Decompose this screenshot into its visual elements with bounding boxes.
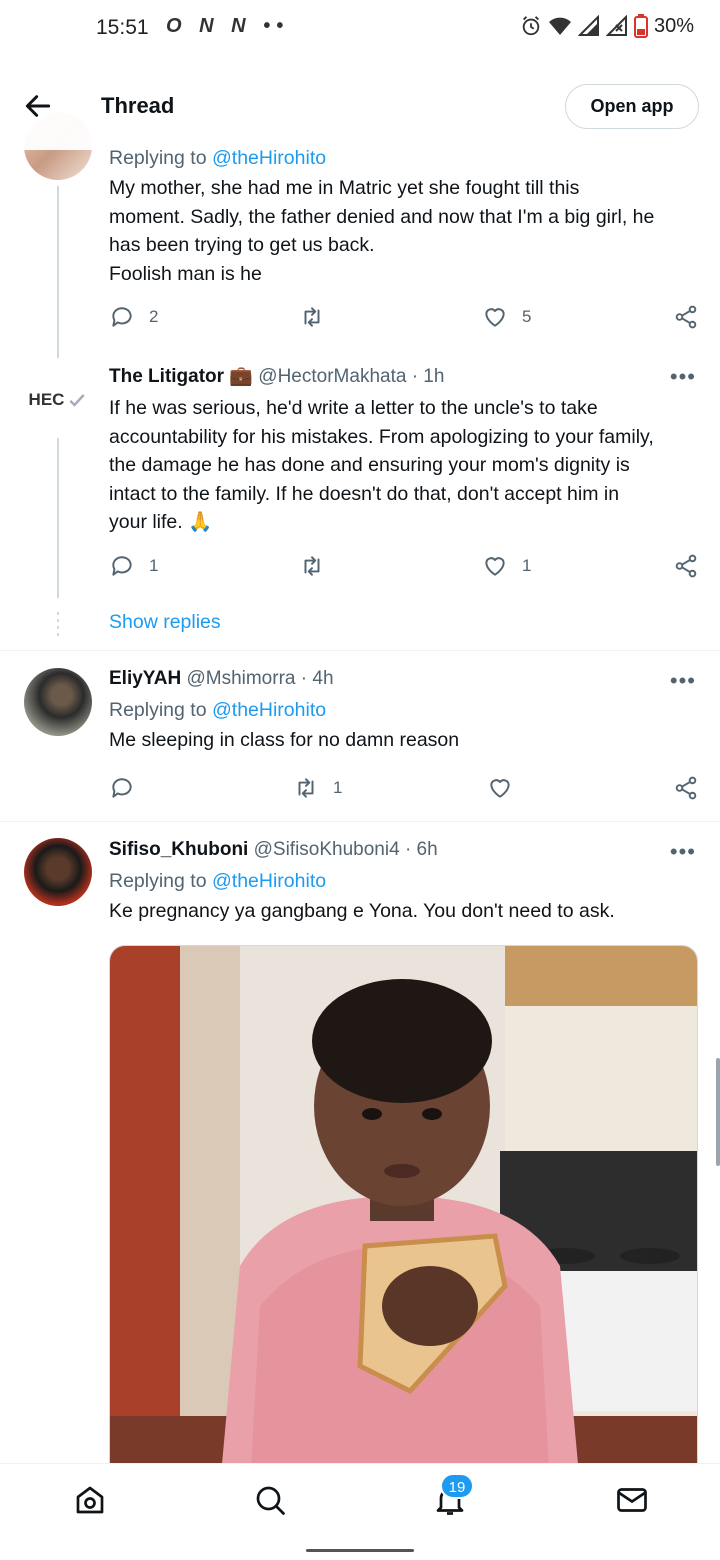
tweet-text: If he was serious, he'd write a letter t… (109, 397, 654, 533)
gesture-pill[interactable] (306, 1549, 414, 1552)
mention-link[interactable]: @theHirohito (212, 870, 326, 892)
status-bar: 15:51 O N N •• 30% (0, 0, 720, 62)
status-time: 15:51 (96, 16, 149, 39)
signal-icon-2 (605, 15, 627, 36)
tweet-actions: 2 5 (109, 304, 701, 334)
avatar[interactable] (24, 668, 92, 736)
tweet-actions: 1 1 (109, 553, 701, 583)
search-icon[interactable] (252, 1482, 288, 1518)
like-icon (485, 557, 505, 576)
avatar[interactable] (24, 838, 92, 906)
reply-button[interactable]: 1 (109, 553, 158, 579)
like-icon (485, 308, 505, 327)
tweet-body: Sifiso_Khuboni @SifisoKhuboni4 · 6h Repl… (109, 837, 701, 926)
like-button[interactable]: 5 (482, 304, 531, 330)
display-name[interactable]: EliyYAH (109, 668, 181, 689)
tweet-2[interactable]: HEC The Litigator 💼 @HectorMakhata · 1h … (0, 362, 720, 650)
mention-link[interactable]: @theHirohito (212, 147, 326, 169)
tweet-actions: 1 (109, 775, 701, 805)
retweet-button[interactable] (299, 553, 339, 579)
timestamp: · 1h (411, 366, 445, 387)
briefcase-icon: 💼 (229, 366, 254, 387)
retweet-icon (304, 556, 320, 576)
retweet-button[interactable] (299, 304, 339, 330)
tweet-media-image[interactable] (109, 945, 698, 1485)
retweet-button[interactable]: 1 (293, 775, 342, 801)
notifications-badge: 19 (440, 1473, 474, 1499)
retweet-icon (298, 778, 314, 798)
share-button[interactable] (673, 304, 699, 330)
tweet-text: Ke pregnancy ya gangbang e Yona. You don… (109, 900, 615, 922)
back-arrow-icon[interactable] (22, 90, 54, 122)
tweet-header: Sifiso_Khuboni @SifisoKhuboni4 · 6h (109, 837, 701, 863)
handle[interactable]: @HectorMakhata (258, 366, 406, 387)
messages-icon[interactable] (614, 1482, 650, 1518)
tweet-text: My mother, she had me in Matric yet she … (109, 177, 655, 285)
thread-header: Thread Open app (0, 62, 720, 150)
wifi-icon (548, 17, 571, 35)
timestamp: · 4h (300, 668, 334, 689)
tweet-header: EliyYAH @Mshimorra · 4h (109, 666, 701, 692)
display-name[interactable]: Sifiso_Khuboni (109, 839, 248, 860)
share-icon (675, 776, 697, 800)
show-replies-link[interactable]: Show replies (109, 611, 221, 634)
mention-link[interactable]: @theHirohito (212, 699, 326, 721)
share-button[interactable] (673, 775, 699, 801)
reply-icon (112, 307, 132, 327)
scrollbar[interactable] (716, 1058, 720, 1166)
bottom-nav (0, 1463, 720, 1535)
reply-button[interactable] (109, 775, 149, 801)
tweet-body: Replying to @theHirohito My mother, she … (109, 144, 701, 288)
share-button[interactable] (673, 553, 699, 579)
battery-icon (633, 14, 648, 38)
home-icon[interactable] (72, 1482, 108, 1518)
more-icon[interactable]: ••• (670, 668, 696, 694)
reply-icon (112, 778, 132, 798)
tweet-3[interactable]: EliyYAH @Mshimorra · 4h Replying to @the… (0, 651, 720, 821)
signal-icon (577, 15, 599, 36)
reply-button[interactable]: 2 (109, 304, 158, 330)
replying-to: Replying to @theHirohito (109, 870, 327, 892)
open-app-button[interactable]: Open app (565, 84, 699, 129)
timestamp: · 6h (404, 839, 438, 860)
tweet-body: The Litigator 💼 @HectorMakhata · 1h If h… (109, 364, 701, 537)
battery-percent: 30% (653, 14, 694, 37)
tweet-text: Me sleeping in class for no damn reason (109, 729, 460, 751)
avatar[interactable]: HEC (24, 366, 92, 434)
like-icon (490, 779, 510, 798)
retweet-icon (304, 307, 320, 327)
tweet-body: EliyYAH @Mshimorra · 4h Replying to @the… (109, 666, 701, 755)
more-icon[interactable]: ••• (670, 364, 696, 390)
handle[interactable]: @Mshimorra (186, 668, 295, 689)
thread-line (57, 438, 59, 598)
handle[interactable]: @SifisoKhuboni4 (254, 839, 400, 860)
display-name[interactable]: The Litigator (109, 366, 224, 387)
reply-icon (112, 556, 132, 576)
thread-dots (57, 612, 59, 636)
replying-to: Replying to @theHirohito (109, 699, 327, 721)
tweet-header: The Litigator 💼 @HectorMakhata · 1h (109, 364, 701, 390)
more-icon[interactable]: ••• (670, 839, 696, 865)
share-icon (675, 305, 697, 329)
like-button[interactable] (487, 775, 527, 801)
verified-check-icon (69, 394, 86, 407)
thread-line (57, 186, 59, 358)
status-right-icons: 30% (520, 14, 694, 38)
page-title: Thread (101, 93, 175, 118)
alarm-icon (522, 16, 540, 36)
status-notification-icons: O N N •• (166, 15, 290, 37)
share-icon (675, 554, 697, 578)
photo-child-with-bread (110, 946, 697, 1484)
like-button[interactable]: 1 (482, 553, 531, 579)
system-gesture-bar (0, 1535, 720, 1560)
